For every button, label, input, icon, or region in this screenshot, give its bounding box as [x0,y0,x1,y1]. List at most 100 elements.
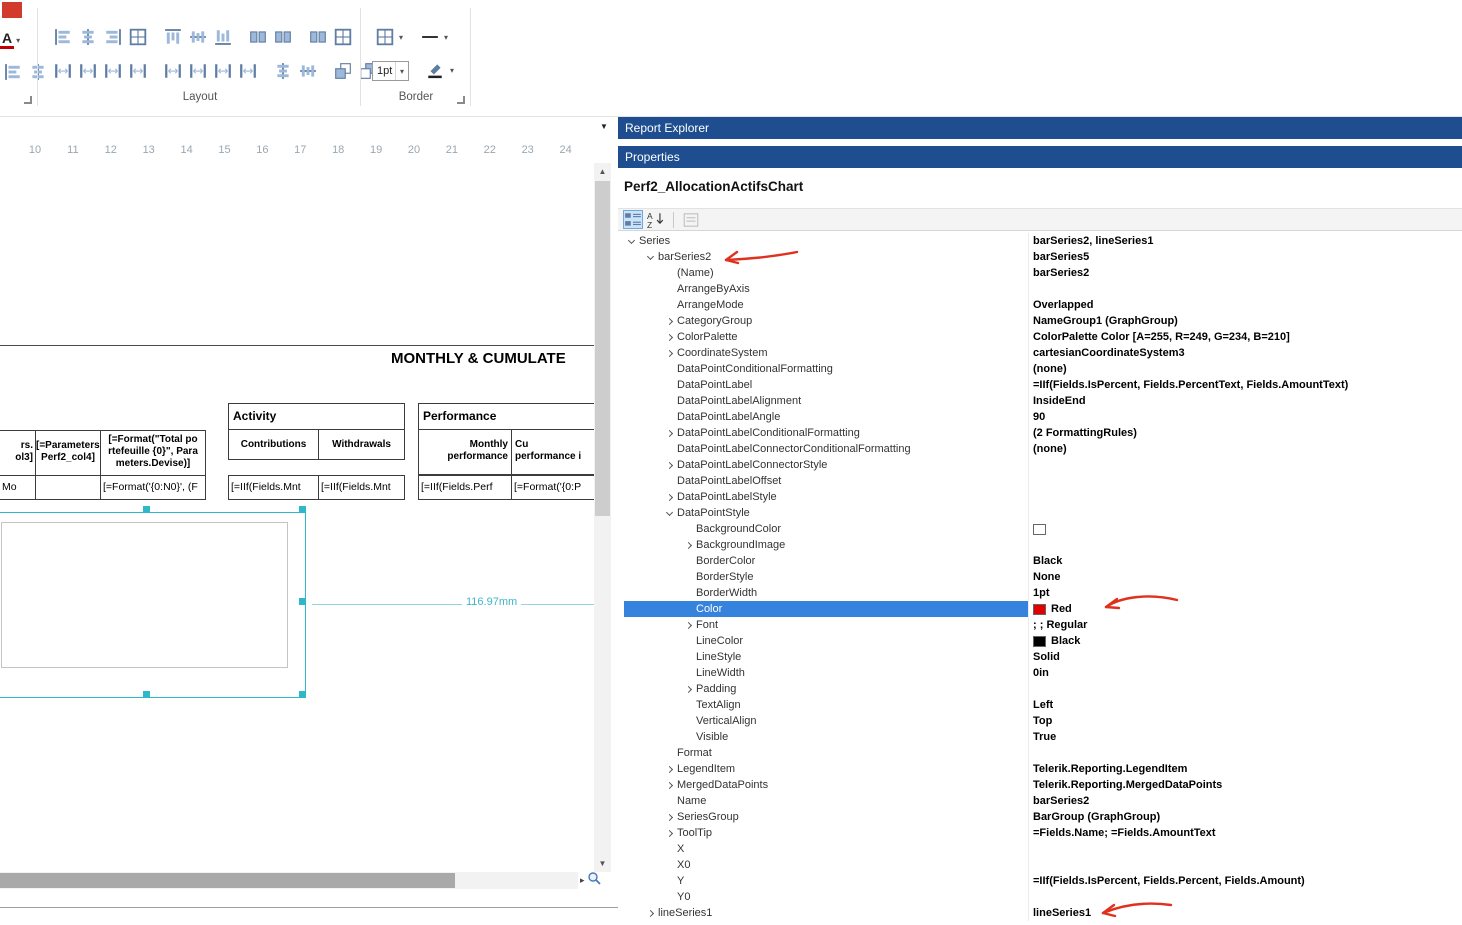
expander-open-icon[interactable] [646,252,655,260]
expander-open-icon[interactable] [627,236,636,244]
center-horizontally-icon[interactable] [270,59,295,83]
chart-plot-area[interactable] [1,522,288,668]
report-title-textbox[interactable]: MONTHLY & CUMULATE [391,350,566,367]
property-value[interactable] [1028,281,1462,297]
property-row[interactable]: MergedDataPoints Telerik.Reporting.Merged… [618,777,1462,793]
property-row[interactable]: DataPointLabelAngle 90 [618,409,1462,425]
property-value[interactable]: Top [1028,713,1462,729]
horizontal-scrollbar[interactable] [0,872,578,889]
property-row[interactable]: Format [618,745,1462,761]
property-value[interactable]: Red [1028,601,1462,617]
property-row[interactable]: TextAlign Left [618,697,1462,713]
zoom-icon[interactable] [587,871,601,890]
remove-horizontal-spacing-icon[interactable] [125,59,150,83]
expander-closed-icon[interactable] [665,813,674,821]
property-row[interactable]: CategoryGroup NameGroup1 (GraphGroup) [618,313,1462,329]
table-cell[interactable]: [=Format('{0:N0}', (F [100,476,205,499]
property-row[interactable]: ColorPalette ColorPalette Color [A=255, R… [618,329,1462,345]
vertical-scroll-thumb[interactable] [595,181,610,516]
property-row[interactable]: X [618,841,1462,857]
property-value[interactable]: Left [1028,697,1462,713]
dialog-launcher-icon[interactable] [24,96,32,104]
scroll-down-icon[interactable]: ▼ [594,855,611,872]
expander-closed-icon[interactable] [665,461,674,469]
expander-closed-icon[interactable] [665,429,674,437]
property-value[interactable]: =IIf(Fields.IsPercent, Fields.Percent, F… [1028,873,1462,889]
property-value[interactable] [1028,681,1462,697]
expander-closed-icon[interactable] [684,541,693,549]
property-row[interactable]: DataPointLabelConditionalFormatting (2 Fo… [618,425,1462,441]
property-row[interactable]: ArrangeByAxis [618,281,1462,297]
property-value[interactable]: =IIf(Fields.IsPercent, Fields.PercentTex… [1028,377,1462,393]
expander-closed-icon[interactable] [665,493,674,501]
property-row[interactable]: Y =IIf(Fields.IsPercent, Fields.Percent, … [618,873,1462,889]
table-header-cell[interactable]: Contributions [229,430,318,459]
property-value[interactable]: barSeries2, lineSeries1 [1028,233,1462,249]
selection-handle[interactable] [299,506,306,513]
line-color-icon-button[interactable]: ▾ [423,58,454,82]
table-cell[interactable]: [=Format('{0:P [511,476,594,499]
property-row[interactable]: VerticalAlign Top [618,713,1462,729]
dropdown-caret-icon[interactable]: ▾ [16,36,20,45]
make-same-width-icon[interactable] [245,25,270,49]
align-bottoms-icon[interactable] [210,25,235,49]
property-row[interactable]: BorderColor Black [618,553,1462,569]
expander-closed-icon[interactable] [684,621,693,629]
property-row[interactable]: X0 [618,857,1462,873]
property-row[interactable]: DataPointConditionalFormatting (none) [618,361,1462,377]
property-row[interactable]: DataPointLabel =IIf(Fields.IsPercent, Fie… [618,377,1462,393]
equal-horizontal-spacing-icon[interactable] [50,59,75,83]
table-header-cell[interactable]: rs. ol3] [0,431,35,475]
property-value[interactable]: True [1028,729,1462,745]
make-same-height-icon[interactable] [270,25,295,49]
increase-horizontal-spacing-icon[interactable] [75,59,100,83]
table-cell[interactable]: [=IIf(Fields.Perf [419,476,511,499]
align-lefts-icon[interactable] [50,25,75,49]
property-value[interactable]: 90 [1028,409,1462,425]
scroll-up-icon[interactable]: ▲ [594,163,611,180]
property-row[interactable]: DataPointLabelStyle [618,489,1462,505]
property-value[interactable]: Overlapped [1028,297,1462,313]
font-color-button[interactable]: A ▾ [0,28,34,52]
properties-header[interactable]: Properties [618,146,1462,168]
property-value[interactable]: None [1028,569,1462,585]
property-row[interactable]: LineWidth 0in [618,665,1462,681]
property-row[interactable]: Font ; ; Regular [618,617,1462,633]
selection-handle[interactable] [299,691,306,698]
selection-handle[interactable] [143,506,150,513]
property-row[interactable]: Visible True [618,729,1462,745]
property-row[interactable]: BorderWidth 1pt [618,585,1462,601]
borders-icon-button[interactable]: ▾ [372,25,403,49]
property-value[interactable] [1028,473,1462,489]
property-row[interactable]: SeriesGroup BarGroup (GraphGroup) [618,809,1462,825]
property-row[interactable]: DataPointLabelAlignment InsideEnd [618,393,1462,409]
table-header-cell[interactable]: Withdrawals [318,430,404,459]
table-cell[interactable] [35,476,100,499]
property-row[interactable]: lineSeries1 lineSeries1 [618,905,1462,921]
property-value[interactable] [1028,841,1462,857]
property-value[interactable]: NameGroup1 (GraphGroup) [1028,313,1462,329]
expander-closed-icon[interactable] [665,349,674,357]
align-rights-icon[interactable] [100,25,125,49]
table-header-cell[interactable]: Cu performance i [511,430,594,474]
report-explorer-header[interactable]: Report Explorer [618,117,1462,139]
property-value[interactable]: ; ; Regular [1028,617,1462,633]
property-row[interactable]: ArrangeMode Overlapped [618,297,1462,313]
property-row[interactable]: DataPointStyle [618,505,1462,521]
property-row[interactable]: Color Red [618,601,1462,617]
align-centers-icon[interactable] [75,25,100,49]
align-text-left-icon[interactable] [0,60,25,84]
table-header-cell[interactable]: Monthly performance [419,430,511,474]
property-value[interactable] [1028,745,1462,761]
property-value[interactable]: InsideEnd [1028,393,1462,409]
expander-closed-icon[interactable] [665,829,674,837]
property-value[interactable]: cartesianCoordinateSystem3 [1028,345,1462,361]
make-same-size-icon[interactable] [305,25,330,49]
property-row[interactable]: barSeries2 barSeries5 [618,249,1462,265]
table-cell[interactable]: [=IIf(Fields.Mnt [229,476,318,499]
size-to-grid-icon[interactable] [330,25,355,49]
property-value[interactable]: (none) [1028,441,1462,457]
property-value[interactable] [1028,537,1462,553]
property-value[interactable] [1028,521,1462,537]
property-row[interactable]: (Name) barSeries2 [618,265,1462,281]
